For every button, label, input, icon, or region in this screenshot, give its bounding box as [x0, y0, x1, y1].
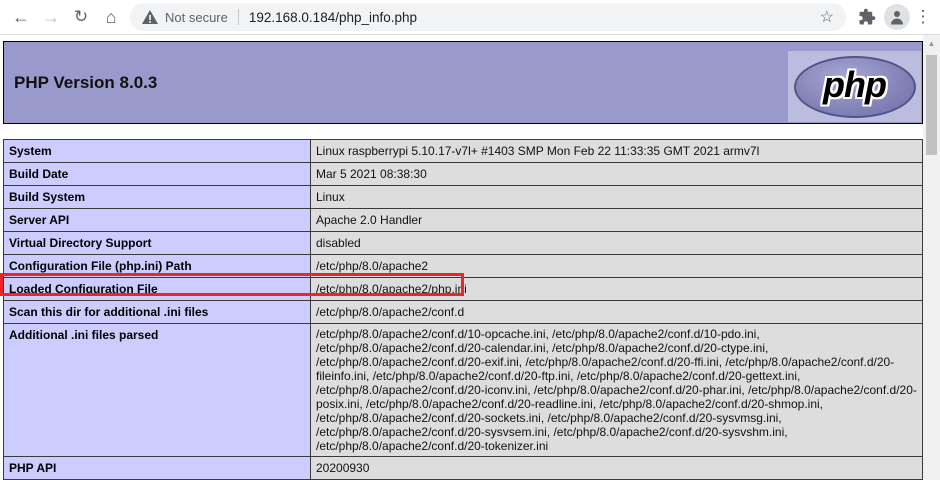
row-value: Mar 5 2021 08:38:30	[310, 162, 923, 186]
extensions-icon[interactable]	[852, 2, 882, 32]
row-value: /etc/php/8.0/apache2	[310, 254, 923, 278]
avatar-icon	[884, 4, 910, 30]
row-label: Build System	[3, 185, 311, 209]
row-value: /etc/php/8.0/apache2/conf.d/10-opcache.i…	[310, 323, 923, 457]
row-value: /etc/php/8.0/apache2/php.ini	[310, 277, 923, 301]
row-label: Scan this dir for additional .ini files	[3, 300, 311, 324]
vertical-scrollbar[interactable]: ▲	[923, 35, 940, 480]
row-label: PHP API	[3, 456, 311, 480]
table-row: Additional .ini files parsed/etc/php/8.0…	[3, 323, 923, 457]
row-value: Linux raspberrypi 5.10.17-v7l+ #1403 SMP…	[310, 139, 923, 163]
phpinfo-page: PHP Version 8.0.3 php System Linux raspbe…	[0, 35, 923, 480]
table-row: Configuration File (php.ini) Path/etc/ph…	[3, 254, 923, 278]
table-row: Build System Linux	[3, 185, 923, 209]
phpinfo-table: System Linux raspberrypi 5.10.17-v7l+ #14…	[3, 139, 923, 480]
address-bar[interactable]: Not secure 192.168.0.184/php_info.php ☆	[130, 3, 846, 31]
row-value: /etc/php/8.0/apache2/conf.d	[310, 300, 923, 324]
php-logo-icon: php	[823, 63, 887, 105]
table-row: Build Date Mar 5 2021 08:38:30	[3, 162, 923, 186]
row-label: Server API	[3, 208, 311, 232]
browser-toolbar: ← → ↻ ⌂ Not secure 192.168.0.184/php_inf…	[0, 0, 940, 35]
row-label: Loaded Configuration File	[3, 277, 311, 301]
phpinfo-header: PHP Version 8.0.3 php	[3, 41, 923, 124]
reload-icon[interactable]: ↻	[66, 2, 96, 32]
php-logo-ellipse: php	[793, 55, 916, 118]
not-secure-warning-icon[interactable]	[142, 10, 158, 24]
row-label: Configuration File (php.ini) Path	[3, 254, 311, 278]
row-label: Build Date	[3, 162, 311, 186]
table-row: Server API Apache 2.0 Handler	[3, 208, 923, 232]
back-icon[interactable]: ←	[6, 2, 36, 32]
row-value: 20200930	[310, 456, 923, 480]
table-row: Scan this dir for additional .ini files /…	[3, 300, 923, 324]
table-row: System Linux raspberrypi 5.10.17-v7l+ #14…	[3, 139, 923, 163]
row-label: Virtual Directory Support	[3, 231, 311, 255]
omnibox-divider	[237, 9, 239, 25]
browser-menu-icon[interactable]: ⋮	[912, 2, 934, 32]
scrollbar-thumb[interactable]	[926, 55, 937, 155]
home-icon[interactable]: ⌂	[96, 2, 126, 32]
table-row: Loaded Configuration File/etc/php/8.0/ap…	[3, 277, 923, 301]
row-label: System	[3, 139, 311, 163]
phpinfo-table-body: System Linux raspberrypi 5.10.17-v7l+ #14…	[3, 139, 923, 480]
profile-avatar[interactable]	[882, 2, 912, 32]
scroll-up-icon[interactable]: ▲	[923, 35, 940, 51]
forward-icon[interactable]: →	[36, 2, 66, 32]
table-row: PHP API 20200930	[3, 456, 923, 480]
row-value: disabled	[310, 231, 923, 255]
row-value: Linux	[310, 185, 923, 209]
php-logo: php	[788, 51, 921, 122]
page-title: PHP Version 8.0.3	[14, 72, 158, 92]
security-label[interactable]: Not secure	[165, 10, 228, 25]
url-text[interactable]: 192.168.0.184/php_info.php	[249, 10, 820, 25]
table-row: Virtual Directory Support disabled	[3, 231, 923, 255]
bookmark-star-icon[interactable]: ☆	[820, 7, 834, 27]
row-label: Additional .ini files parsed	[3, 323, 311, 457]
row-value: Apache 2.0 Handler	[310, 208, 923, 232]
